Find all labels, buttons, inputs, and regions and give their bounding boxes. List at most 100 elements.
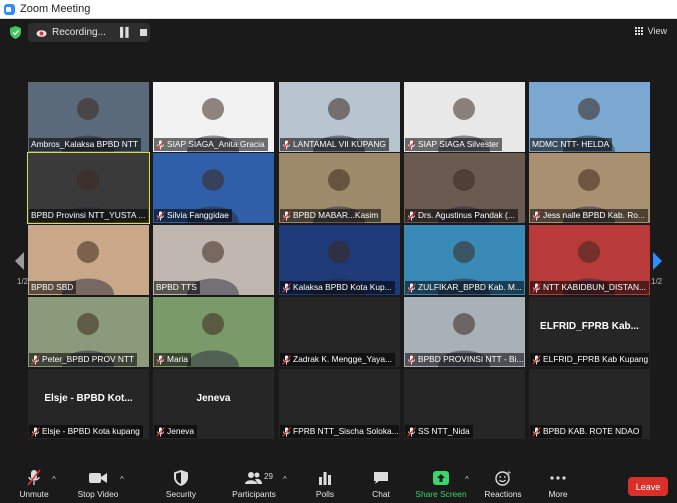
participant-name-label: BPBD SBD (29, 281, 77, 294)
muted-microphone-icon (156, 139, 165, 150)
pause-recording-icon[interactable]: ▌▌ (120, 27, 132, 37)
participant-tile[interactable]: BPBD MABAR...Kasim (279, 153, 400, 223)
participant-tile[interactable]: SIAP SIAGA Silvester (404, 82, 525, 152)
participant-tile[interactable]: NTT KABIDBUN_DISTAN... (529, 225, 650, 295)
participant-tile[interactable]: Jeneva Jeneva (153, 369, 274, 439)
participant-name-text: ELFRID_FPRB Kab Kupang (543, 354, 649, 364)
participant-name-text: MDMC NTT- HELDA (532, 139, 610, 149)
muted-microphone-icon (282, 282, 291, 293)
participant-name-text: Drs. Agustinus Pandak (... (418, 210, 515, 220)
reactions-button[interactable]: + Reactions (484, 466, 522, 503)
participant-name-label: Drs. Agustinus Pandak (... (405, 209, 518, 222)
recording-indicator: Recording... ▌▌ (28, 23, 150, 42)
participant-tile[interactable]: MDMC NTT- HELDA (529, 82, 650, 152)
muted-microphone-icon (532, 210, 541, 221)
muted-microphone-icon (532, 354, 541, 365)
unmute-button[interactable]: Unmute (14, 466, 54, 503)
polls-button[interactable]: Polls (312, 466, 338, 503)
participant-name-label: Silvia Fanggidae (154, 209, 232, 222)
participant-name-label: Jess nalle BPBD Kab. Ro... (530, 209, 648, 222)
encryption-shield-icon[interactable] (10, 26, 21, 39)
security-shield-icon (170, 469, 192, 487)
leave-meeting-button[interactable]: Leave (628, 477, 668, 496)
participant-name-label: BPBD TTS (154, 281, 200, 294)
video-camera-icon (87, 469, 109, 487)
participant-name-text: LANTAMAL VII KUPANG (293, 139, 386, 149)
participant-tile[interactable]: ZULFIKAR_BPBD Kab. M... (404, 225, 525, 295)
participant-name-card: Elsje - BPBD Kot... (44, 393, 133, 404)
participant-tile[interactable]: LANTAMAL VII KUPANG (279, 82, 400, 152)
meeting-area: Recording... ▌▌ View 1/2 1/2 Ambros_Kala… (0, 19, 677, 466)
muted-microphone-icon (23, 469, 45, 487)
participants-caret-icon[interactable]: ^ (283, 475, 287, 484)
participant-tile[interactable]: BPBD PROVINSI NTT - Bi... (404, 297, 525, 367)
participant-name-label: BPBD MABAR...Kasim (280, 209, 382, 222)
recording-label: Recording... (52, 27, 106, 38)
muted-microphone-icon (407, 139, 416, 150)
window-titlebar: Zoom Meeting (0, 0, 677, 19)
previous-page-arrow-icon[interactable] (13, 251, 25, 271)
participant-name-label: LANTAMAL VII KUPANG (280, 138, 389, 151)
participant-name-label: Kalaksa BPBD Kota Kup... (280, 281, 395, 294)
muted-microphone-icon (407, 210, 416, 221)
view-button[interactable]: View (634, 26, 667, 36)
reactions-smiley-icon: + (492, 469, 514, 487)
more-dots-icon (547, 469, 569, 487)
participant-tile[interactable]: BPBD Provinsi NTT_YUSTA ... (27, 152, 150, 224)
participant-tile[interactable]: Ambros_Kalaksa BPBD NTT (28, 82, 149, 152)
participant-name-text: SIAP SIAGA_Anita Gracia (167, 139, 265, 149)
participant-tile[interactable]: Kalaksa BPBD Kota Kup... (279, 225, 400, 295)
participant-name-text: Maria (167, 354, 188, 364)
participant-name-text: BPBD KAB. ROTE NDAO (543, 426, 640, 436)
participant-name-label: FPRB NTT_Sischa Soloka... (280, 425, 399, 438)
participant-name-label: NTT KABIDBUN_DISTAN... (530, 281, 649, 294)
muted-microphone-icon (282, 139, 291, 150)
participant-name-label: Peter_BPBD PROV NTT (29, 353, 138, 366)
security-button[interactable]: Security (160, 466, 202, 503)
stop-recording-icon[interactable] (140, 29, 147, 36)
video-options-caret-icon[interactable]: ^ (120, 475, 124, 484)
participant-name-text: NTT KABIDBUN_DISTAN... (543, 282, 646, 292)
participant-tile[interactable]: Zadrak K. Mengge_Yaya... (279, 297, 400, 367)
participants-icon (243, 469, 265, 487)
participant-tile[interactable]: Drs. Agustinus Pandak (... (404, 153, 525, 223)
share-screen-button[interactable]: Share Screen (414, 466, 468, 503)
participant-name-label: SIAP SIAGA Silvester (405, 138, 502, 151)
participant-name-text: BPBD MABAR...Kasim (293, 210, 379, 220)
share-options-caret-icon[interactable]: ^ (465, 475, 469, 484)
participant-name-label: BPBD PROVINSI NTT - Bi... (405, 353, 524, 366)
participant-tile[interactable]: Maria (153, 297, 274, 367)
participant-tile[interactable]: ELFRID_FPRB Kab... ELFRID_FPRB Kab Kupang (529, 297, 650, 367)
muted-microphone-icon (532, 282, 541, 293)
participants-count: 29 (264, 472, 273, 481)
participant-tile[interactable]: Peter_BPBD PROV NTT (28, 297, 149, 367)
muted-microphone-icon (282, 354, 291, 365)
participant-name-text: ZULFIKAR_BPBD Kab. M... (418, 282, 522, 292)
participant-tile[interactable]: BPBD TTS (153, 225, 274, 295)
muted-microphone-icon (31, 354, 40, 365)
participant-name-text: Jess nalle BPBD Kab. Ro... (543, 210, 645, 220)
participant-tile[interactable]: Elsje - BPBD Kot... Elsje - BPBD Kota kup… (28, 369, 149, 439)
participant-name-card: Jeneva (196, 393, 231, 404)
participant-name-text: FPRB NTT_Sischa Soloka... (293, 426, 399, 436)
page-indicator-right: 1/2 (651, 277, 663, 286)
participant-name-card: ELFRID_FPRB Kab... (540, 321, 639, 332)
audio-options-caret-icon[interactable]: ^ (52, 475, 56, 484)
participant-name-text: BPBD Provinsi NTT_YUSTA ... (31, 210, 146, 220)
next-page-arrow-icon[interactable] (652, 251, 664, 271)
participant-tile[interactable]: BPBD SBD (28, 225, 149, 295)
muted-microphone-icon (156, 426, 165, 437)
more-button[interactable]: More (545, 466, 571, 503)
stop-video-button[interactable]: Stop Video (75, 466, 121, 503)
participant-tile[interactable]: BPBD KAB. ROTE NDAO (529, 369, 650, 439)
participant-tile[interactable]: Silvia Fanggidae (153, 153, 274, 223)
participant-tile[interactable]: FPRB NTT_Sischa Soloka... (279, 369, 400, 439)
chat-button[interactable]: Chat (368, 466, 394, 503)
participant-tile[interactable]: SIAP SIAGA_Anita Gracia (153, 82, 274, 152)
participant-tile[interactable]: Jess nalle BPBD Kab. Ro... (529, 153, 650, 223)
participant-tile[interactable]: SS NTT_Nida (404, 369, 525, 439)
participant-name-text: BPBD TTS (156, 282, 197, 292)
muted-microphone-icon (282, 210, 291, 221)
participant-name-text: Peter_BPBD PROV NTT (42, 354, 135, 364)
polls-chart-icon (314, 469, 336, 487)
